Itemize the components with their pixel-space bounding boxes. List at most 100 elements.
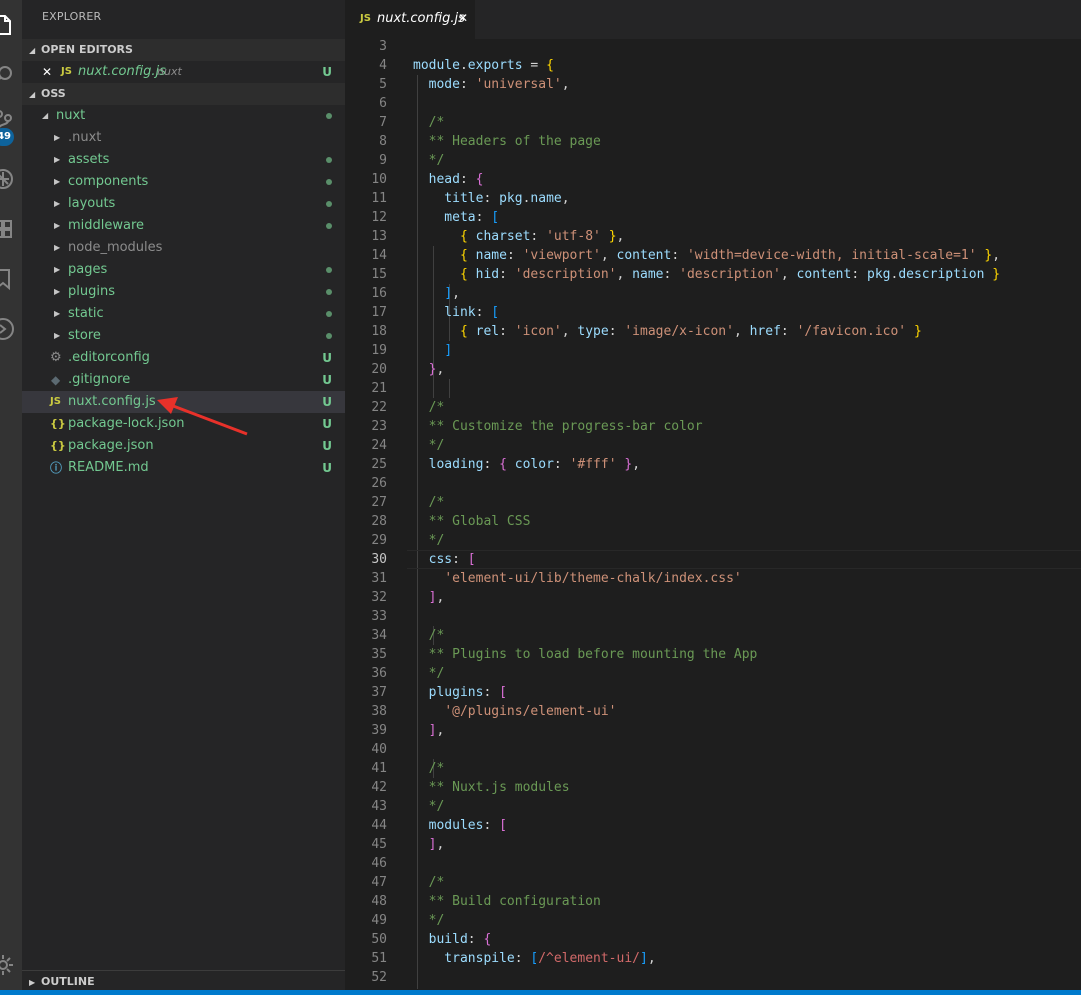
tree-item-label: package.json [68,438,154,453]
tab-nuxt-config[interactable]: JS nuxt.config.js ✕ [345,0,475,39]
tree-item-label: nuxt [56,108,86,123]
status-bar [0,990,1081,995]
line-number: 20 [371,362,387,377]
close-icon[interactable]: ✕ [42,61,52,83]
code-token: , [616,267,633,282]
tree-item[interactable]: ▶ layouts [22,193,345,215]
code-token: } [624,457,633,472]
code-token: , [452,286,460,301]
line-number: 23 [371,419,387,434]
code-token: : [514,951,531,966]
line-number: 32 [371,590,387,605]
tree-item-label: package-lock.json [68,416,185,431]
info-icon: ⓘ [50,461,63,475]
chevron-right-icon: ▶ [54,177,61,186]
code-token: pkg [499,191,523,206]
code-token: 'viewport' [522,248,601,263]
line-number: 16 [371,286,387,301]
tree-item-label: node_modules [68,240,163,255]
code-token: transpile [413,951,515,966]
code-line: mode: 'universal', [413,75,570,94]
git-modified-dot [326,201,332,207]
code-line: link: [ [413,303,499,322]
git-modified-dot [326,333,332,339]
outline-label: OUTLINE [41,975,95,988]
code-line: ], [413,721,445,740]
code-token: /* [413,400,445,415]
line-number: 6 [379,96,387,111]
tab-label: nuxt.config.js [377,11,465,26]
open-editors-header[interactable]: ◢ OPEN EDITORS [22,39,345,61]
tree-item[interactable]: ▶ pages [22,259,345,281]
gear-icon: ⚙ [50,350,62,365]
code-token: description [898,267,985,282]
code-token: /* [413,115,445,130]
bookmark-icon[interactable] [0,266,16,292]
line-number: 18 [371,324,387,339]
tree-item[interactable]: ▶ components [22,171,345,193]
code-token: } [992,267,1001,282]
line-number: 51 [371,951,387,966]
code-line: /* [413,873,445,892]
tree-item[interactable]: ◆ .gitignore U [22,369,345,391]
close-icon[interactable]: ✕ [458,11,468,25]
files-icon[interactable] [0,12,16,38]
extensions-icon[interactable] [0,216,16,242]
tree-item[interactable]: ▶ plugins [22,281,345,303]
code-token: : [452,552,468,567]
line-number: 12 [371,210,387,225]
tree-item[interactable]: ⚙ .editorconfig U [22,347,345,369]
tree-item[interactable]: ▶ middleware [22,215,345,237]
tree-item[interactable]: ▶ static [22,303,345,325]
tree-item-label: plugins [68,284,115,299]
git-status-badge: U [322,395,332,409]
code-editor[interactable]: 3 4 module.exports = {5 mode: 'universal',… [345,39,1081,989]
tree-item[interactable]: ▶ .nuxt [22,127,345,149]
code-token: : [499,324,515,339]
code-token: 'icon' [514,324,562,339]
remote-icon[interactable] [0,316,16,342]
tree-item[interactable]: ▶ store [22,325,345,347]
code-line: */ [413,911,445,930]
code-token: : [780,324,797,339]
tree-item[interactable]: ▶ assets [22,149,345,171]
code-token: 'description' [679,267,781,282]
code-line: */ [413,151,445,170]
line-number: 10 [371,172,387,187]
tree-item[interactable]: ▶ node_modules [22,237,345,259]
code-token: */ [413,913,445,928]
line-number: 42 [371,780,387,795]
line-number: 43 [371,799,387,814]
tree-item[interactable]: ⓘ README.md U [22,457,345,479]
open-editor-item[interactable]: ✕ JS nuxt.config.js nuxt U [22,61,345,83]
line-number: 19 [371,343,387,358]
code-token: name [530,191,562,206]
code-token: */ [413,438,445,453]
tree-folder-nuxt[interactable]: ◢ nuxt [22,105,345,127]
debug-icon[interactable] [0,166,16,192]
tree-item[interactable]: {} package.json U [22,435,345,457]
code-line: */ [413,436,445,455]
code-token: ** Build configuration [413,894,601,909]
line-number: 46 [371,856,387,871]
code-token: ** Headers of the page [413,134,601,149]
code-line: ], [413,588,445,607]
code-token: . [459,58,468,73]
tree-item-label: pages [68,262,108,277]
code-token: [ [491,305,500,320]
code-line: 'element-ui/lib/theme-chalk/index.css' [413,569,741,588]
search-icon[interactable] [0,62,16,88]
git-status-badge: U [322,417,332,431]
settings-icon[interactable] [0,952,16,978]
workspace-header[interactable]: ◢ OSS [22,83,345,105]
tree-item[interactable]: {} package-lock.json U [22,413,345,435]
line-number: 31 [371,571,387,586]
tree-item[interactable]: JS nuxt.config.js U [22,391,345,413]
line-number: 33 [371,609,387,624]
code-line: ** Build configuration [413,892,601,911]
code-token: : [663,267,680,282]
